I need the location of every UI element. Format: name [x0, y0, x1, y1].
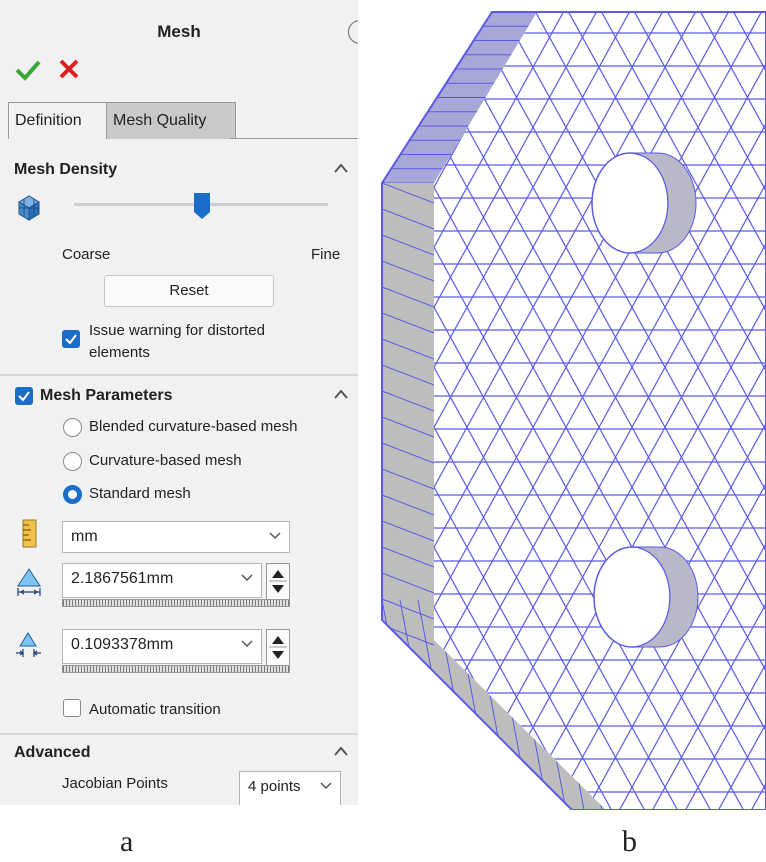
global-size-field[interactable]: 2.1867561mm	[62, 563, 262, 598]
caption-b: b	[622, 825, 637, 858]
tolerance-thumbwheel[interactable]	[62, 665, 290, 673]
collapse-parameters-chevron-icon[interactable]	[333, 386, 349, 402]
global-size-value: 2.1867561mm	[71, 570, 174, 587]
collapse-density-chevron-icon[interactable]	[333, 160, 349, 176]
jacobian-points-value: 4 points	[248, 778, 301, 795]
curvature-label: Curvature-based mesh	[89, 452, 242, 469]
fine-label: Fine	[311, 246, 341, 263]
section-divider	[0, 733, 358, 735]
jacobian-points-select[interactable]: 4 points	[239, 771, 341, 805]
cancel-x-icon[interactable]	[58, 58, 80, 80]
tab-divider	[230, 138, 358, 139]
panel-title: Mesh	[157, 22, 201, 41]
tab-mesh-quality[interactable]: Mesh Quality	[106, 102, 236, 139]
mesh-density-icon	[18, 195, 40, 221]
automatic-transition-checkbox[interactable]	[63, 699, 81, 717]
mesh-model-view[interactable]	[372, 0, 766, 810]
coarse-label: Coarse	[62, 246, 111, 263]
mesh-edge	[382, 780, 435, 802]
tolerance-icon	[16, 632, 41, 657]
chevron-down-icon	[269, 532, 281, 540]
mesh-edge	[382, 676, 435, 698]
mesh-edge	[382, 728, 435, 750]
tab-definition[interactable]: Definition	[8, 102, 106, 139]
mesh-edge	[382, 806, 435, 810]
chevron-down-icon[interactable]	[241, 636, 253, 652]
radio-blended-curvature[interactable]	[63, 418, 82, 437]
radio-standard[interactable]	[63, 485, 82, 504]
tolerance-stepper[interactable]	[266, 629, 290, 666]
chevron-down-icon[interactable]	[241, 570, 253, 586]
blended-curvature-label: Blended curvature-based mesh	[89, 418, 298, 435]
upper-hole	[591, 152, 697, 254]
density-slider-thumb[interactable]	[193, 192, 211, 220]
distortion-warning-checkbox[interactable]	[62, 330, 80, 348]
global-size-thumbwheel[interactable]	[62, 599, 290, 607]
collapse-advanced-chevron-icon[interactable]	[333, 743, 349, 759]
automatic-transition-label: Automatic transition	[89, 701, 221, 718]
global-size-icon	[17, 568, 41, 596]
section-divider	[0, 374, 358, 376]
unit-select[interactable]: mm	[62, 521, 290, 553]
caption-a: a	[120, 825, 134, 858]
mesh-parameters-checkbox[interactable]	[15, 387, 33, 405]
warning-label-line1: Issue warning for distorted	[89, 322, 265, 339]
lower-hole	[593, 546, 699, 648]
warning-label-line2: elements	[89, 344, 150, 361]
mesh-parameters-title: Mesh Parameters	[40, 387, 173, 404]
tolerance-field[interactable]: 0.1093378mm	[62, 629, 262, 664]
distortion-warning-label: Issue warning for distorted elements	[89, 320, 329, 364]
ruler-units-icon	[22, 519, 37, 548]
standard-label: Standard mesh	[89, 485, 191, 502]
mesh-property-panel: Mesh Definition Mesh Quality Mesh Densit…	[0, 0, 358, 805]
ok-check-icon[interactable]	[14, 58, 42, 82]
tolerance-value: 0.1093378mm	[71, 636, 174, 653]
jacobian-points-label: Jacobian Points	[62, 775, 168, 792]
global-size-stepper[interactable]	[266, 563, 290, 600]
radio-curvature[interactable]	[63, 452, 82, 471]
chevron-down-icon	[320, 782, 332, 790]
mesh-edge	[382, 702, 435, 724]
reset-button[interactable]: Reset	[104, 275, 274, 307]
advanced-title: Advanced	[14, 744, 91, 761]
unit-value: mm	[71, 528, 98, 545]
mesh-edge	[382, 754, 435, 776]
mesh-density-title: Mesh Density	[14, 161, 118, 178]
